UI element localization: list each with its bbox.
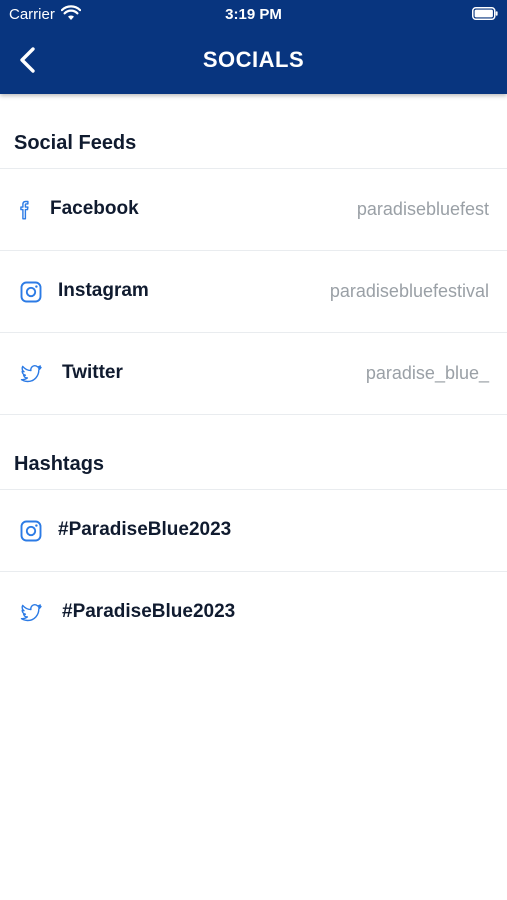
hashtag-label: #ParadiseBlue2023 — [62, 601, 236, 622]
social-feed-handle: paradisebluefestival — [329, 281, 489, 301]
hashtags-title: Hashtags — [14, 453, 105, 475]
status-time: 3:19 PM — [225, 6, 282, 23]
social-feed-handle: paradisebluefest — [356, 199, 489, 219]
navigation-bar: Carrier 3:19 PM SOCIALS — [0, 0, 507, 94]
social-feed-row-instagram[interactable]: Instagram paradisebluefestival — [0, 251, 507, 333]
twitter-icon — [20, 604, 42, 622]
social-feed-label: Twitter — [62, 362, 123, 383]
social-feed-row-twitter[interactable]: Twitter paradise_blue_ — [0, 333, 507, 415]
hashtags-section-header: Hashtags — [0, 415, 507, 490]
status-bar: Carrier 3:19 PM — [0, 0, 507, 28]
social-feed-row-facebook[interactable]: Facebook paradisebluefest — [0, 169, 507, 251]
social-feeds-title: Social Feeds — [14, 132, 137, 154]
battery-icon — [472, 7, 498, 20]
social-feeds-section-header: Social Feeds — [0, 94, 507, 169]
instagram-icon — [20, 281, 42, 303]
hashtag-row-twitter[interactable]: #ParadiseBlue2023 — [0, 572, 507, 654]
hashtag-row-instagram[interactable]: #ParadiseBlue2023 — [0, 490, 507, 572]
twitter-icon — [20, 365, 42, 383]
social-feed-label: Instagram — [58, 280, 149, 301]
facebook-icon — [20, 200, 29, 220]
social-feed-handle: paradise_blue_ — [365, 363, 489, 383]
social-feed-label: Facebook — [50, 198, 139, 219]
instagram-icon — [20, 520, 42, 542]
page-title: SOCIALS — [202, 47, 305, 72]
hashtag-label: #ParadiseBlue2023 — [58, 519, 232, 540]
